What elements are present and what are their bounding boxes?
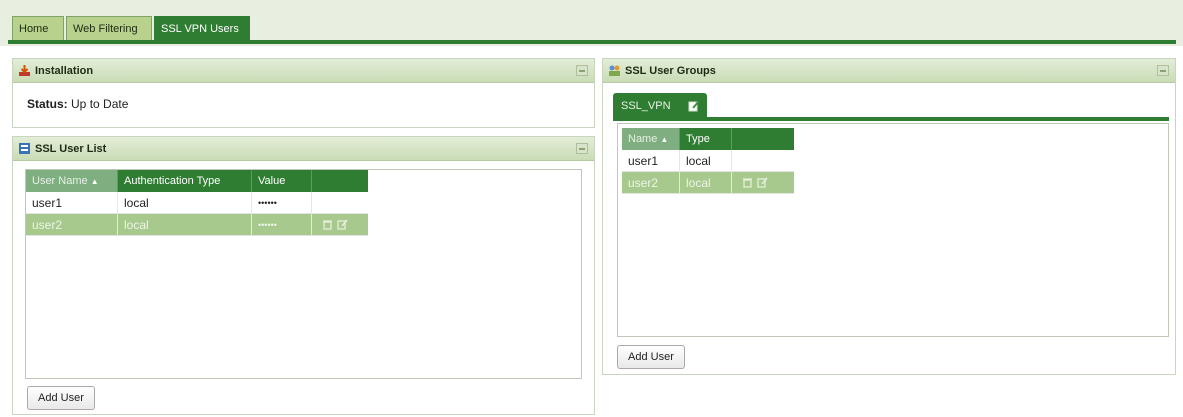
install-icon <box>19 65 30 76</box>
table-row[interactable]: user2 local <box>622 172 794 194</box>
table-row[interactable]: user2 local •••••• <box>26 214 368 236</box>
cell-type: local <box>680 172 732 193</box>
table-row[interactable]: user1 local <box>622 150 794 172</box>
trash-icon[interactable] <box>322 219 333 230</box>
user-list-icon <box>19 143 30 154</box>
collapse-icon[interactable] <box>1157 65 1169 76</box>
user-groups-grid-area: Name ▲ Type user1 local user2 local <box>617 123 1169 337</box>
cell-auth-type: local <box>118 192 252 213</box>
tab-web-filtering[interactable]: Web Filtering <box>66 16 152 40</box>
column-actions <box>732 128 794 150</box>
user-groups-icon <box>609 65 620 76</box>
installation-panel-header: Installation <box>13 59 594 83</box>
cell-value: •••••• <box>252 214 312 235</box>
table-row[interactable]: user1 local •••••• <box>26 192 368 214</box>
collapse-icon[interactable] <box>576 65 588 76</box>
user-groups-header-row: Name ▲ Type <box>622 128 794 150</box>
cell-value: •••••• <box>252 192 312 213</box>
status-label: Status: <box>27 97 68 111</box>
installation-title: Installation <box>35 65 94 77</box>
tab-ssl-vpn-users[interactable]: SSL VPN Users <box>154 16 250 40</box>
column-value[interactable]: Value <box>252 170 312 192</box>
column-actions <box>312 170 368 192</box>
edit-icon[interactable] <box>757 177 768 188</box>
ssl-user-groups-title: SSL User Groups <box>625 65 716 77</box>
installation-status: Status: Up to Date <box>27 97 128 111</box>
add-user-button[interactable]: Add User <box>617 345 685 369</box>
cell-name: user1 <box>622 150 680 171</box>
cell-name: user2 <box>622 172 680 193</box>
column-user-name-label: User Name <box>32 175 88 187</box>
tab-bar-underline <box>8 40 1176 44</box>
collapse-icon[interactable] <box>576 143 588 154</box>
ssl-user-list-title: SSL User List <box>35 143 107 155</box>
group-tab-underline <box>613 117 1169 121</box>
tab-ssl-vpn-group[interactable]: SSL_VPN <box>613 93 707 119</box>
add-user-button[interactable]: Add User <box>27 386 95 410</box>
user-list-header-row: User Name ▲ Authentication Type Value <box>26 170 368 192</box>
column-user-name[interactable]: User Name ▲ <box>26 170 118 192</box>
ssl-user-groups-header: SSL User Groups <box>603 59 1175 83</box>
cell-actions <box>312 214 368 235</box>
edit-icon[interactable] <box>337 219 348 230</box>
status-value: Up to Date <box>71 97 129 111</box>
edit-icon[interactable] <box>688 100 700 112</box>
cell-auth-type: local <box>118 214 252 235</box>
sort-asc-icon: ▲ <box>90 177 99 186</box>
user-list-grid-area: User Name ▲ Authentication Type Value us… <box>25 169 582 379</box>
column-name-label: Name <box>628 133 658 145</box>
user-list-grid: User Name ▲ Authentication Type Value us… <box>26 170 368 236</box>
cell-actions <box>732 172 794 193</box>
column-authentication-type[interactable]: Authentication Type <box>118 170 252 192</box>
sort-asc-icon: ▲ <box>660 135 669 144</box>
ssl-user-list-panel: SSL User List User Name ▲ Authentication… <box>12 136 595 415</box>
column-name[interactable]: Name ▲ <box>622 128 680 150</box>
cell-actions <box>312 192 368 213</box>
ssl-user-list-header: SSL User List <box>13 137 594 161</box>
column-type[interactable]: Type <box>680 128 732 150</box>
installation-panel: Installation Status: Up to Date <box>12 58 595 128</box>
tab-home[interactable]: Home <box>12 16 64 40</box>
ssl-user-groups-panel: SSL User Groups SSL_VPN Name ▲ Type user… <box>602 58 1176 375</box>
cell-actions <box>732 150 794 171</box>
user-groups-grid: Name ▲ Type user1 local user2 local <box>622 128 794 194</box>
trash-icon[interactable] <box>742 177 753 188</box>
cell-type: local <box>680 150 732 171</box>
cell-user-name: user2 <box>26 214 118 235</box>
group-tab-label: SSL_VPN <box>621 100 671 112</box>
cell-user-name: user1 <box>26 192 118 213</box>
